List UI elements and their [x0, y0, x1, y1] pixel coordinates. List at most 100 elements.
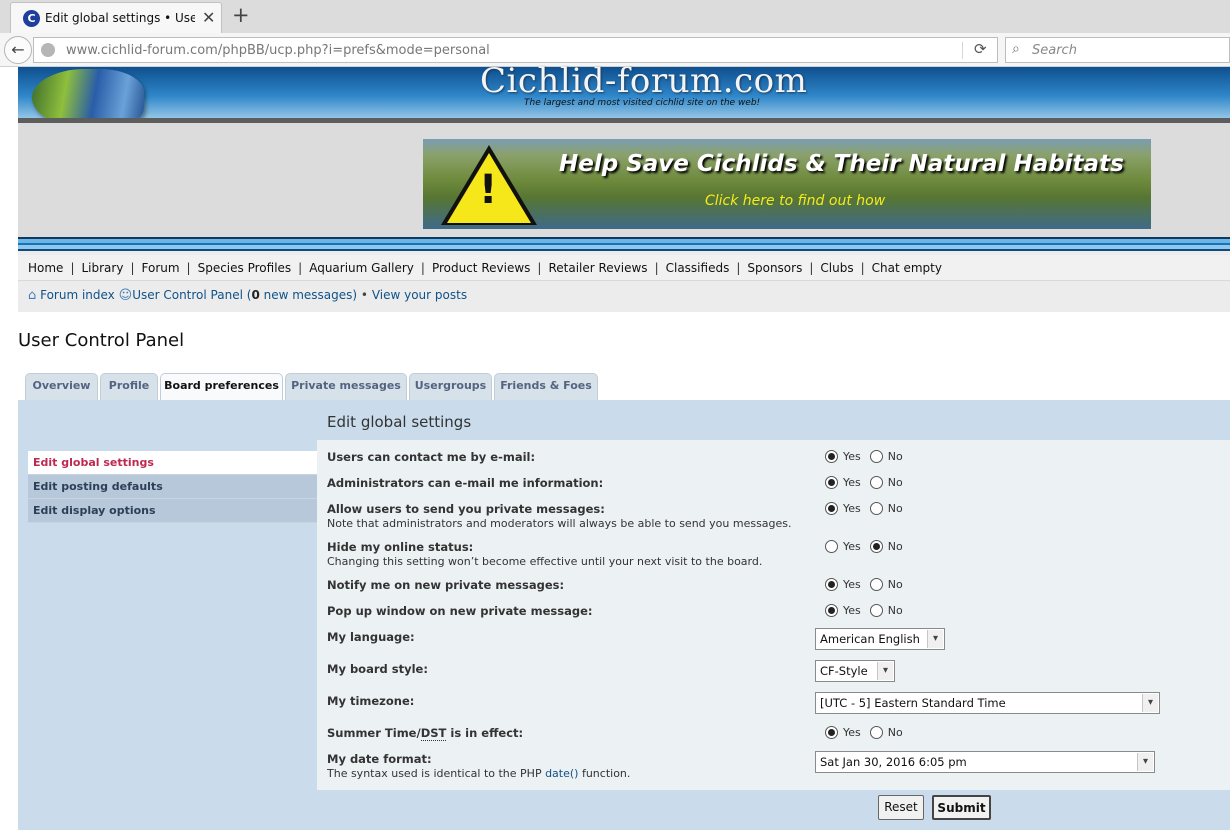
site-info-icon[interactable] — [41, 43, 55, 57]
hide-online-no-radio[interactable] — [869, 540, 883, 553]
admin-email-yes-radio[interactable] — [825, 476, 838, 489]
radio-label-no[interactable]: No — [888, 476, 903, 489]
user-icon: ☺ — [118, 288, 133, 303]
browser-tab-strip: C Edit global settings • User ... ✕ + — [0, 0, 1230, 33]
dst-abbr: DST — [420, 726, 447, 741]
timezone-label: My timezone: — [327, 694, 415, 708]
tab-friends-foes[interactable]: Friends & Foes — [494, 373, 598, 400]
contact-email-radio-group: Yes No — [825, 450, 912, 463]
nav-separator: | — [186, 261, 191, 275]
chevron-down-icon[interactable]: ▾ — [927, 630, 943, 648]
radio-label-no[interactable]: No — [888, 578, 903, 591]
menu-edit-display-options[interactable]: Edit display options — [28, 499, 317, 523]
popup-pm-yes-radio[interactable] — [825, 604, 838, 617]
dst-radio-group: Yes No — [825, 726, 912, 739]
admin-email-radio-group: Yes No — [825, 476, 912, 489]
menu-edit-global-settings[interactable]: Edit global settings — [28, 451, 317, 475]
nav-home[interactable]: Home — [28, 261, 63, 275]
chevron-down-icon[interactable]: ▾ — [1142, 694, 1158, 712]
dst-label-prefix: Summer Time/ — [327, 726, 421, 740]
contact-email-yes-radio[interactable] — [825, 450, 838, 463]
habitat-banner-ad[interactable]: ! Help Save Cichlids & Their Natural Hab… — [423, 139, 1151, 229]
nav-forum[interactable]: Forum — [142, 261, 180, 275]
radio-label-no[interactable]: No — [888, 502, 903, 515]
language-select[interactable]: American English ▾ — [815, 628, 945, 650]
radio-label-yes[interactable]: Yes — [843, 726, 861, 739]
date-format-select[interactable]: Sat Jan 30, 2016 6:05 pm ▾ — [815, 751, 1155, 773]
notify-pm-radio-group: Yes No — [825, 578, 912, 591]
tab-private-messages[interactable]: Private messages — [285, 373, 407, 400]
notify-pm-no-radio[interactable] — [869, 578, 883, 591]
hide-online-yes-radio[interactable] — [825, 540, 838, 553]
site-menu-bar: Home | Library | Forum | Species Profiles | Aqua… — [18, 255, 1230, 281]
dst-no-radio[interactable] — [869, 726, 883, 739]
radio-label-yes[interactable]: Yes — [843, 476, 861, 489]
tab-board-preferences[interactable]: Board preferences — [160, 373, 283, 401]
address-bar[interactable]: www.cichlid-forum.com/phpBB/ucp.php?i=pr… — [33, 37, 998, 63]
tab-profile[interactable]: Profile — [100, 373, 158, 400]
chevron-down-icon[interactable]: ▾ — [1137, 753, 1153, 771]
dst-yes-radio[interactable] — [825, 726, 838, 739]
nav-separator: | — [420, 261, 425, 275]
radio-label-no[interactable]: No — [888, 726, 903, 739]
view-your-posts-link[interactable]: View your posts — [372, 288, 467, 302]
radio-label-no[interactable]: No — [888, 540, 903, 553]
banner-call-to-action[interactable]: Click here to find out how — [705, 193, 885, 209]
nav-aquarium-gallery[interactable]: Aquarium Gallery — [309, 261, 414, 275]
admin-email-label: Administrators can e-mail me information… — [327, 476, 604, 490]
tab-usergroups[interactable]: Usergroups — [409, 373, 492, 400]
new-tab-button[interactable]: + — [232, 3, 250, 27]
tab-overview[interactable]: Overview — [25, 373, 98, 400]
contact-email-no-radio[interactable] — [869, 450, 883, 463]
browser-tab[interactable]: C Edit global settings • User ... ✕ — [10, 2, 222, 33]
language-select-value: American English — [820, 632, 920, 646]
breadcrumb-bullet: • — [357, 288, 372, 302]
breadcrumb-ucp[interactable]: User Control Panel — [132, 288, 243, 302]
breadcrumb-forum-index[interactable]: Forum index — [40, 288, 115, 302]
nav-library[interactable]: Library — [81, 261, 123, 275]
radio-label-no[interactable]: No — [888, 604, 903, 617]
nav-clubs[interactable]: Clubs — [820, 261, 853, 275]
menu-edit-posting-defaults[interactable]: Edit posting defaults — [28, 475, 317, 499]
popup-pm-no-radio[interactable] — [869, 604, 883, 617]
php-date-link[interactable]: date() — [545, 767, 578, 780]
url-text[interactable]: www.cichlid-forum.com/phpBB/ucp.php?i=pr… — [66, 43, 490, 58]
radio-label-yes[interactable]: Yes — [843, 502, 861, 515]
allow-pm-radio-group: Yes No — [825, 502, 912, 515]
board-style-select[interactable]: CF-Style ▾ — [815, 660, 895, 682]
admin-email-no-radio[interactable] — [869, 476, 883, 489]
nav-classifieds[interactable]: Classifieds — [666, 261, 730, 275]
back-button[interactable]: ← — [4, 36, 32, 64]
site-title[interactable]: Cichlid-forum.com — [480, 61, 807, 101]
nav-separator: | — [736, 261, 741, 275]
reset-button[interactable]: Reset — [878, 795, 924, 820]
radio-label-yes[interactable]: Yes — [843, 540, 861, 553]
chevron-down-icon[interactable]: ▾ — [877, 662, 893, 680]
nav-chat[interactable]: Chat empty — [872, 261, 942, 275]
reload-icon[interactable]: ⟳ — [974, 40, 987, 58]
notify-pm-yes-radio[interactable] — [825, 578, 838, 591]
nav-separator: | — [809, 261, 814, 275]
timezone-select[interactable]: [UTC - 5] Eastern Standard Time ▾ — [815, 692, 1160, 714]
new-messages-count[interactable]: 0 — [251, 288, 259, 302]
nav-species-profiles[interactable]: Species Profiles — [198, 261, 292, 275]
nav-retailer-reviews[interactable]: Retailer Reviews — [548, 261, 647, 275]
close-tab-icon[interactable]: ✕ — [202, 8, 215, 27]
radio-label-no[interactable]: No — [888, 450, 903, 463]
date-format-explain: The syntax used is identical to the PHP … — [327, 767, 630, 780]
browser-search-input[interactable]: ⌕ Search — [1005, 37, 1230, 63]
ucp-panel: Edit global settings Edit global setting… — [18, 400, 1230, 830]
radio-label-yes[interactable]: Yes — [843, 578, 861, 591]
submit-button[interactable]: Submit — [932, 795, 991, 820]
allow-pm-yes-radio[interactable] — [825, 502, 838, 515]
hide-online-explain: Changing this setting won’t become effec… — [327, 555, 763, 568]
nav-sponsors[interactable]: Sponsors — [747, 261, 802, 275]
new-messages-text[interactable]: new messages) — [260, 288, 357, 302]
back-arrow-icon: ← — [11, 40, 25, 59]
radio-label-yes[interactable]: Yes — [843, 450, 861, 463]
date-format-label: My date format: — [327, 752, 432, 766]
radio-label-yes[interactable]: Yes — [843, 604, 861, 617]
header-bottom-stripe — [18, 237, 1230, 251]
nav-product-reviews[interactable]: Product Reviews — [432, 261, 530, 275]
allow-pm-no-radio[interactable] — [869, 502, 883, 515]
